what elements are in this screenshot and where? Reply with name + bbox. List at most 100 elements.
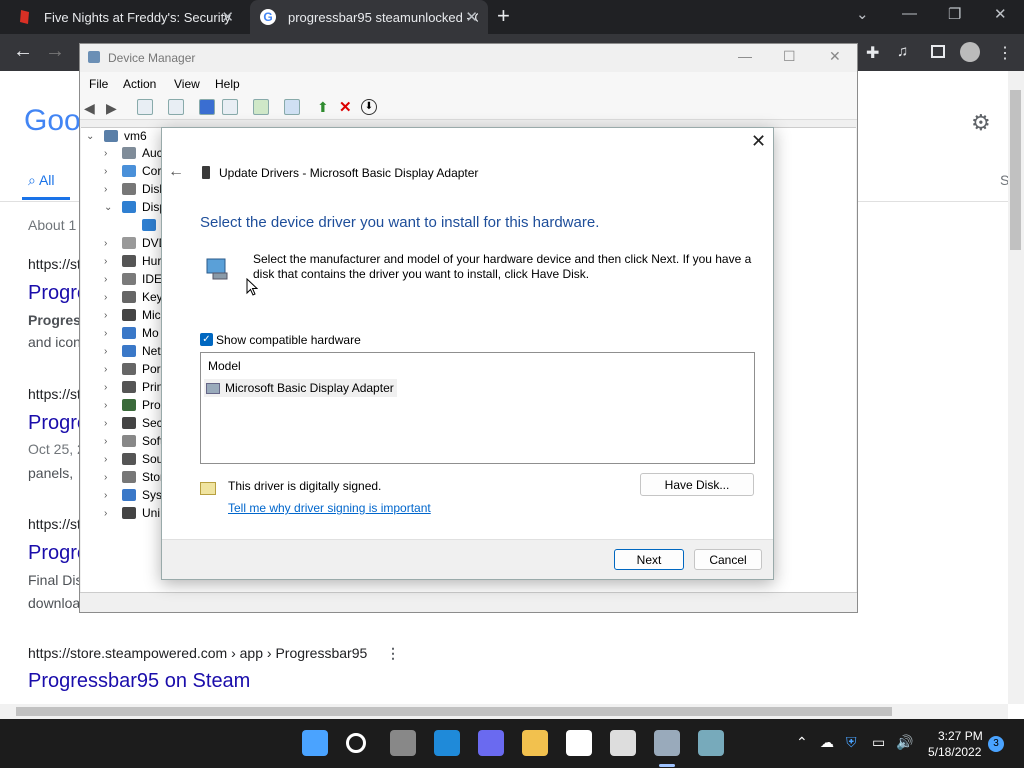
scan-hardware-icon[interactable] [284, 99, 300, 115]
model-list-item[interactable]: Microsoft Basic Display Adapter [204, 379, 397, 397]
result-title[interactable]: Progressbar95 on Steam [28, 670, 250, 693]
tree-item[interactable]: › Cor [104, 162, 161, 180]
tree-item[interactable]: › Syst [104, 486, 165, 504]
chevron-right-icon[interactable]: › [104, 472, 118, 483]
file-explorer-icon[interactable] [522, 730, 548, 756]
settings-gear-icon[interactable]: ⚙ [971, 110, 991, 136]
windows-start-icon[interactable] [302, 730, 328, 756]
chevron-right-icon[interactable]: › [104, 328, 118, 339]
disable-device-icon[interactable]: ⬇ [361, 99, 377, 115]
tree-item[interactable]: › Hur [104, 252, 161, 270]
chat-icon[interactable] [478, 730, 504, 756]
result-url[interactable]: https://st [28, 516, 81, 532]
back-icon[interactable]: ◀ [84, 100, 95, 117]
driver-signing-link[interactable]: Tell me why driver signing is important [228, 501, 431, 515]
chevron-right-icon[interactable]: › [104, 310, 118, 321]
dialog-close-icon[interactable]: ✕ [751, 131, 766, 152]
cancel-button[interactable]: Cancel [694, 549, 762, 570]
tree-item[interactable]: › Net [104, 342, 161, 360]
tree-item[interactable]: › IDE [104, 270, 162, 288]
chevron-right-icon[interactable]: › [104, 148, 118, 159]
7zip-icon[interactable] [610, 730, 636, 756]
chrome-icon[interactable] [566, 730, 592, 756]
tab-close-icon[interactable]: ✕ [465, 8, 478, 26]
enable-device-icon[interactable]: ⬆ [317, 99, 329, 116]
forward-icon[interactable]: ▶ [106, 100, 117, 117]
chevron-right-icon[interactable]: › [104, 292, 118, 303]
next-button[interactable]: Next [614, 549, 684, 570]
widgets-icon[interactable] [434, 730, 460, 756]
tree-item[interactable]: › Sou [104, 450, 163, 468]
tree-item[interactable] [124, 216, 162, 234]
restore-icon[interactable]: ❐ [948, 5, 961, 23]
minimize-icon[interactable]: — [738, 48, 752, 64]
update-drivers-icon[interactable] [698, 730, 724, 756]
tree-item[interactable]: › Por [104, 360, 161, 378]
tab-close-icon[interactable]: ✕ [221, 8, 234, 26]
tree-item[interactable]: › Stor [104, 468, 164, 486]
new-tab-icon[interactable]: + [497, 4, 510, 28]
details-view-icon[interactable] [222, 99, 238, 115]
horizontal-scroll-thumb[interactable] [16, 707, 892, 716]
tree-item[interactable]: › Soft [104, 432, 163, 450]
tree-root[interactable]: ⌄ vm6 [86, 127, 147, 145]
chevron-right-icon[interactable]: › [104, 184, 118, 195]
uninstall-device-icon[interactable]: ✕ [339, 98, 352, 116]
result-url[interactable]: https://st [28, 386, 81, 402]
tree-item[interactable]: › Key [104, 288, 163, 306]
model-list[interactable] [200, 352, 755, 464]
security-icon[interactable]: ⛨ [846, 734, 857, 751]
vertical-scroll-thumb[interactable] [1010, 90, 1021, 250]
tree-item[interactable]: › Mic [104, 306, 161, 324]
menu-help[interactable]: Help [215, 77, 240, 91]
minimize-icon[interactable]: — [902, 5, 917, 22]
properties-icon[interactable] [168, 99, 184, 115]
chevron-right-icon[interactable]: › [104, 238, 118, 249]
show-hidden-icons-icon[interactable]: ⌃ [796, 734, 808, 751]
network-icon[interactable]: ☁ [820, 734, 834, 751]
extensions-icon[interactable]: ✚ [866, 43, 879, 63]
back-icon[interactable]: ← [13, 40, 33, 63]
chevron-right-icon[interactable]: › [104, 274, 118, 285]
chevron-right-icon[interactable]: › [104, 436, 118, 447]
chevron-right-icon[interactable]: › [104, 508, 118, 519]
result-url[interactable]: https://store.steampowered.com › app › P… [28, 645, 367, 661]
chevron-down-icon[interactable]: ⌄ [104, 202, 118, 213]
browser-tab-fnaf[interactable]: Five Nights at Freddy's: Security B ✕ [8, 0, 244, 34]
update-driver-icon[interactable] [253, 99, 269, 115]
browser-tab-google[interactable]: G progressbar95 steamunlocked - G ✕ [250, 0, 488, 34]
chevron-right-icon[interactable]: › [104, 490, 118, 501]
help-icon[interactable] [199, 99, 215, 115]
have-disk-button[interactable]: Have Disk... [640, 473, 754, 496]
tree-item[interactable]: › Pro [104, 396, 161, 414]
search-icon[interactable] [346, 733, 366, 753]
chevron-right-icon[interactable]: › [104, 256, 118, 267]
tree-item[interactable]: ⌄ Disp [104, 198, 166, 216]
chevron-right-icon[interactable]: › [104, 166, 118, 177]
checkbox-label[interactable]: Show compatible hardware [216, 333, 361, 347]
chevron-right-icon[interactable]: › [104, 346, 118, 357]
tree-item[interactable]: › Auc [104, 144, 163, 162]
menu-view[interactable]: View [174, 77, 200, 91]
tab-search-chevron-icon[interactable]: ⌄ [856, 5, 869, 23]
maximize-icon[interactable]: ☐ [783, 48, 796, 65]
search-tab-all[interactable]: ⌕ All [28, 172, 55, 189]
task-view-icon[interactable] [390, 730, 416, 756]
forward-icon[interactable]: → [45, 40, 65, 63]
clock-time[interactable]: 3:27 PM [938, 729, 983, 743]
dialog-back-icon[interactable]: ← [168, 163, 184, 181]
side-panel-icon[interactable] [931, 45, 945, 58]
tree-item[interactable]: › Sec [104, 414, 163, 432]
tree-item[interactable]: › Uni [104, 504, 160, 522]
avatar[interactable] [960, 42, 980, 62]
chevron-right-icon[interactable]: › [104, 400, 118, 411]
chevron-right-icon[interactable]: › [104, 454, 118, 465]
media-icon[interactable]: ♫ [897, 43, 908, 60]
google-logo[interactable]: Goo [24, 104, 81, 138]
chevron-right-icon[interactable]: › [104, 418, 118, 429]
result-url[interactable]: https://st [28, 256, 81, 272]
menu-file[interactable]: File [89, 77, 108, 91]
show-hide-console-tree-icon[interactable] [137, 99, 153, 115]
show-compatible-checkbox[interactable]: ✓ [200, 333, 213, 346]
chevron-right-icon[interactable]: › [104, 364, 118, 375]
